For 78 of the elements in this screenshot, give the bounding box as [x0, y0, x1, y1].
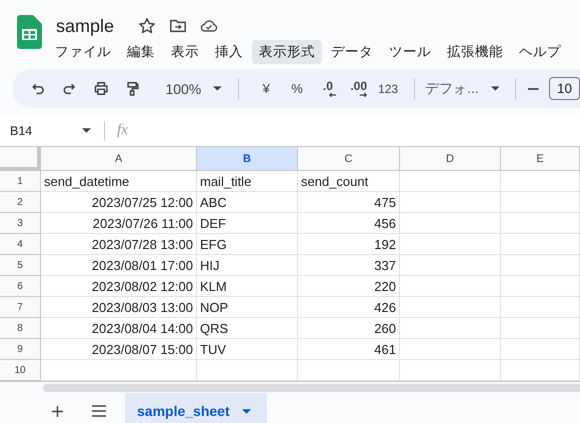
table-cell: send_datetime: [41, 171, 197, 192]
row-header[interactable]: 4: [0, 234, 41, 255]
caret-icon[interactable]: [242, 408, 251, 414]
row-header[interactable]: 3: [0, 213, 41, 234]
increase-decimals-button[interactable]: .00: [343, 80, 374, 98]
table-cell: 2023/08/01 17:00: [41, 255, 197, 276]
menu-item[interactable]: データ: [324, 40, 380, 64]
caret-icon[interactable]: [82, 128, 91, 133]
table-cell: QRS: [197, 318, 298, 339]
table-cell: HIJ: [197, 255, 298, 276]
zoom-select[interactable]: 100%: [165, 80, 202, 96]
table-cell: NOP: [197, 297, 298, 318]
caret-icon[interactable]: [213, 86, 222, 91]
menu-item[interactable]: ヘルプ: [512, 40, 568, 64]
table-cell: KLM: [197, 276, 298, 297]
column-header[interactable]: C: [298, 147, 400, 171]
table-cell: 337: [298, 255, 400, 276]
table-cell: TUV: [197, 339, 298, 360]
row-header[interactable]: 9: [0, 339, 41, 360]
arrow-left-icon: [328, 92, 338, 98]
table-cell: 2023/07/25 12:00: [41, 192, 197, 213]
menu-item[interactable]: ツール: [382, 40, 438, 64]
row-header[interactable]: 6: [0, 276, 41, 297]
document-title[interactable]: sample: [56, 16, 114, 36]
menu-item[interactable]: 表示形式: [252, 40, 322, 64]
sheets-logo-icon[interactable]: [17, 15, 42, 49]
caret-icon[interactable]: [490, 86, 500, 91]
table-cell: EFG: [197, 234, 298, 255]
table-cell: 2023/08/02 12:00: [41, 276, 197, 297]
number-format-button[interactable]: 123: [378, 82, 398, 96]
corner-cell[interactable]: [0, 147, 41, 171]
cell-reference[interactable]: B14: [10, 124, 82, 138]
row-header[interactable]: 10: [0, 360, 41, 381]
column-header[interactable]: B: [197, 147, 298, 171]
row-header[interactable]: 5: [0, 255, 41, 276]
menu-icon[interactable]: [92, 405, 106, 417]
table-cell: send_count: [298, 171, 400, 192]
row-header[interactable]: 1: [0, 171, 41, 192]
star-icon[interactable]: [138, 17, 156, 35]
row-header[interactable]: 2: [0, 192, 41, 213]
table-cell: mail_title: [197, 171, 298, 192]
table-cell: 220: [298, 276, 400, 297]
sheet-tab[interactable]: sample_sheet: [125, 393, 267, 423]
table-cell: 2023/08/07 15:00: [41, 339, 197, 360]
fx-label: fx: [117, 122, 128, 139]
scrollbar-thumb[interactable]: [43, 384, 580, 392]
table-cell: 456: [298, 213, 400, 234]
font-size-field[interactable]: 10: [548, 77, 580, 100]
table-cell: 2023/08/03 13:00: [41, 297, 197, 318]
table-cell: ABC: [197, 192, 298, 213]
row-header[interactable]: 7: [0, 297, 41, 318]
column-header[interactable]: E: [501, 147, 580, 171]
table-cell: 2023/07/26 11:00: [41, 213, 197, 234]
menu-item[interactable]: ファイル: [48, 40, 118, 64]
menu-item[interactable]: 拡張機能: [440, 40, 510, 64]
print-icon[interactable]: [92, 80, 110, 97]
table-cell: 260: [298, 318, 400, 339]
add-sheet-icon[interactable]: [52, 406, 63, 416]
minus-icon[interactable]: [528, 88, 539, 90]
percent-button[interactable]: %: [282, 81, 312, 96]
menu-item[interactable]: 挿入: [208, 40, 250, 64]
column-header[interactable]: A: [41, 147, 197, 171]
table-cell: DEF: [197, 213, 298, 234]
menu-item[interactable]: 表示: [164, 40, 206, 64]
font-select[interactable]: デフォ...: [425, 80, 479, 98]
menu-item[interactable]: 編集: [120, 40, 162, 64]
currency-button[interactable]: ¥: [250, 81, 282, 96]
folder-icon[interactable]: [169, 17, 188, 35]
column-header[interactable]: D: [400, 147, 501, 171]
table-cell: 426: [298, 297, 400, 318]
table-cell: 475: [298, 192, 400, 213]
table-cell: 2023/07/28 13:00: [41, 234, 197, 255]
table-cell: 192: [298, 234, 400, 255]
arrow-right-icon: [359, 92, 368, 98]
table-cell: 2023/08/04 14:00: [41, 318, 197, 339]
decrease-decimals-button[interactable]: .0: [312, 80, 344, 98]
row-header[interactable]: 8: [0, 318, 41, 339]
table-cell: 461: [298, 339, 400, 360]
